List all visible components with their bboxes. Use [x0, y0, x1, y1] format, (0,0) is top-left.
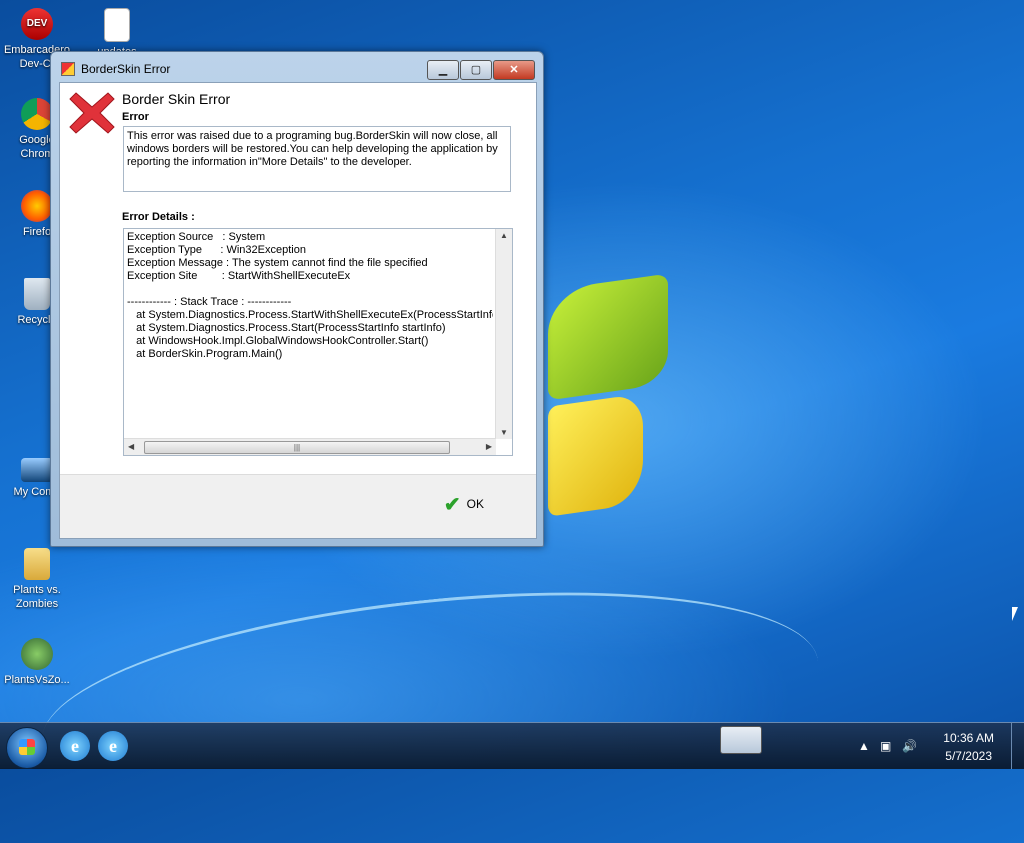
taskbar-ie-pinned-button[interactable]: e: [98, 731, 128, 761]
error-details-text: Exception Source : System Exception Type…: [127, 231, 493, 360]
desktop-icon-label: Plants vs. Zombies: [13, 584, 61, 610]
wallpaper-swoosh: [31, 559, 829, 843]
plant-icon: [21, 638, 53, 670]
taskbar-clock[interactable]: 10:36 AM 5/7/2023: [943, 729, 994, 765]
desktop-icon-pvz-game[interactable]: PlantsVsZo...: [2, 638, 72, 687]
taskbar-ie-button[interactable]: e: [60, 731, 90, 761]
window-titlebar[interactable]: BorderSkin Error ▁ ▢ ✕: [51, 52, 543, 82]
folder-icon: [24, 548, 50, 580]
vertical-scrollbar[interactable]: ▲ ▼: [495, 229, 512, 439]
windows-logo-icon: [19, 739, 35, 755]
checkmark-icon: ✔: [443, 493, 461, 516]
scroll-left-icon[interactable]: ◀: [128, 442, 134, 451]
window-client-area: Border Skin Error Error This error was r…: [59, 82, 537, 539]
ok-button-label: OK: [466, 497, 484, 511]
horizontal-scrollbar[interactable]: ◀ ||| ▶: [124, 438, 496, 455]
document-icon: [104, 8, 130, 42]
borderskin-error-window: BorderSkin Error ▁ ▢ ✕ Border Skin Error…: [50, 51, 544, 547]
error-label: Error: [122, 111, 149, 123]
close-button[interactable]: ✕: [493, 60, 535, 80]
show-desktop-button[interactable]: [1011, 723, 1024, 769]
error-details-box[interactable]: Exception Source : System Exception Type…: [123, 228, 513, 456]
mouse-cursor: [1012, 607, 1018, 621]
computer-icon: [21, 458, 53, 482]
app-icon: [61, 62, 75, 76]
desktop-icon-label: PlantsVsZo...: [4, 674, 70, 686]
network-icon[interactable]: ▣: [880, 739, 891, 753]
window-title: BorderSkin Error: [81, 62, 171, 76]
show-hidden-icons-icon[interactable]: ▲: [858, 739, 870, 753]
firefox-icon: [21, 190, 53, 222]
chrome-icon: [21, 98, 53, 130]
scroll-down-icon[interactable]: ▼: [500, 428, 508, 437]
taskbar-borderskin-button[interactable]: [720, 726, 762, 754]
scroll-right-icon[interactable]: ▶: [486, 442, 492, 451]
error-details-label: Error Details :: [122, 211, 195, 223]
error-message-box[interactable]: This error was raised due to a programin…: [123, 126, 511, 192]
horizontal-scroll-thumb[interactable]: |||: [144, 441, 450, 454]
windows-wallpaper-logo: [540, 273, 680, 520]
recycle-bin-icon: [24, 278, 50, 310]
window-controls: ▁ ▢ ✕: [426, 60, 535, 80]
error-x-icon: [69, 92, 115, 134]
desktop-icon-pvz-folder[interactable]: Plants vs. Zombies: [2, 548, 72, 611]
dialog-footer: ✔ OK: [60, 474, 536, 538]
clock-time: 10:36 AM: [943, 731, 994, 745]
scroll-up-icon[interactable]: ▲: [500, 231, 508, 240]
ok-button[interactable]: ✔ OK: [438, 491, 490, 517]
dialog-heading: Border Skin Error: [122, 91, 231, 107]
devcpp-icon: DEV: [21, 8, 53, 40]
taskbar: e e ▲ ▣ 🔊 10:36 AM 5/7/2023: [0, 722, 1024, 769]
clock-date: 5/7/2023: [945, 749, 992, 763]
start-button[interactable]: [6, 727, 48, 769]
maximize-button[interactable]: ▢: [460, 60, 492, 80]
minimize-button[interactable]: ▁: [427, 60, 459, 80]
volume-icon[interactable]: 🔊: [902, 739, 917, 753]
